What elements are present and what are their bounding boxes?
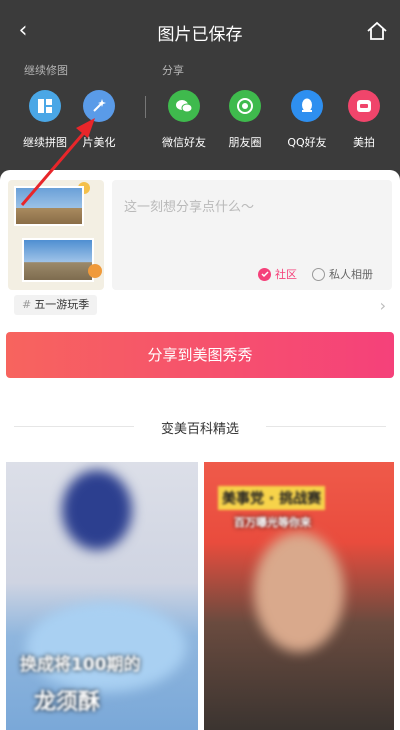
feed-card[interactable]: 换成将100期的 龙须酥 (6, 462, 198, 730)
post-placeholder: 这一刻想分享点什么～ (124, 200, 255, 215)
share-meipai[interactable]: 美拍 (332, 90, 396, 150)
home-icon[interactable] (364, 18, 390, 44)
tool-label: 朋友圈 (228, 136, 262, 149)
thumbnail-image (14, 186, 84, 226)
post-textbox[interactable]: 这一刻想分享点什么～ 社区 私人相册 (112, 180, 392, 290)
tool-label: 片美化 (82, 136, 116, 149)
feed-overlay-text: 美事党 · 挑战赛 (218, 486, 326, 510)
topic-label: 五一游玩季 (34, 298, 90, 311)
thumbnail-image (22, 238, 94, 282)
feed-overlay-text: 龙须酥 (34, 690, 101, 715)
decoration-icon (88, 264, 102, 278)
qq-icon (291, 90, 323, 122)
radio-icon (312, 267, 325, 281)
share-card: 这一刻想分享点什么～ 社区 私人相册 # 五一游玩季 › 分享到美图秀秀 变美百科… (0, 170, 400, 730)
tool-beautify[interactable]: 片美化 (67, 90, 131, 150)
option-community[interactable]: 社区 (258, 266, 297, 282)
feed-overlay-text: 换成将100期的 (20, 655, 141, 675)
moments-icon (229, 90, 261, 122)
share-section-label: 分享 (162, 64, 184, 77)
topic-row[interactable]: # 五一游玩季 › (8, 290, 392, 318)
nav-bar: ‹ 图片已保存 (0, 14, 400, 50)
hash-icon: # (22, 298, 32, 311)
topic-tag[interactable]: # 五一游玩季 (14, 295, 98, 315)
share-wechat[interactable]: 微信好友 (152, 90, 216, 150)
share-moments[interactable]: 朋友圈 (213, 90, 277, 150)
tool-label: QQ好友 (287, 136, 327, 149)
share-to-meitu-button[interactable]: 分享到美图秀秀 (6, 332, 394, 378)
checked-icon (258, 267, 271, 281)
photo-thumbnail[interactable] (8, 180, 104, 290)
top-panel: ‹ 图片已保存 继续修图 分享 继续拼图 片美化 微信好友 朋友圈 QQ好友 美… (0, 0, 400, 170)
feed-card[interactable]: 美事党 · 挑战赛 百万曝光等你来 (204, 462, 394, 730)
edit-section-label: 继续修图 (24, 64, 68, 77)
feed-overlay-text: 百万曝光等你来 (234, 516, 311, 529)
feed-image (62, 470, 132, 550)
share-qq[interactable]: QQ好友 (275, 90, 339, 150)
feed-image (26, 602, 186, 692)
wechat-icon (168, 90, 200, 122)
divider (266, 426, 386, 427)
feed-image (254, 532, 344, 652)
beautify-wand-icon (83, 90, 115, 122)
section-title: 变美百科精选 (160, 422, 239, 437)
meipai-icon (348, 90, 380, 122)
chevron-right-icon: › (379, 296, 386, 315)
tool-label: 微信好友 (162, 136, 206, 149)
option-private-label: 私人相册 (329, 268, 373, 281)
option-community-label: 社区 (275, 268, 297, 281)
divider (145, 96, 146, 118)
collage-icon (29, 90, 61, 122)
page-title: 图片已保存 (157, 25, 243, 45)
tool-label: 美拍 (353, 136, 375, 149)
option-private[interactable]: 私人相册 (312, 266, 373, 282)
